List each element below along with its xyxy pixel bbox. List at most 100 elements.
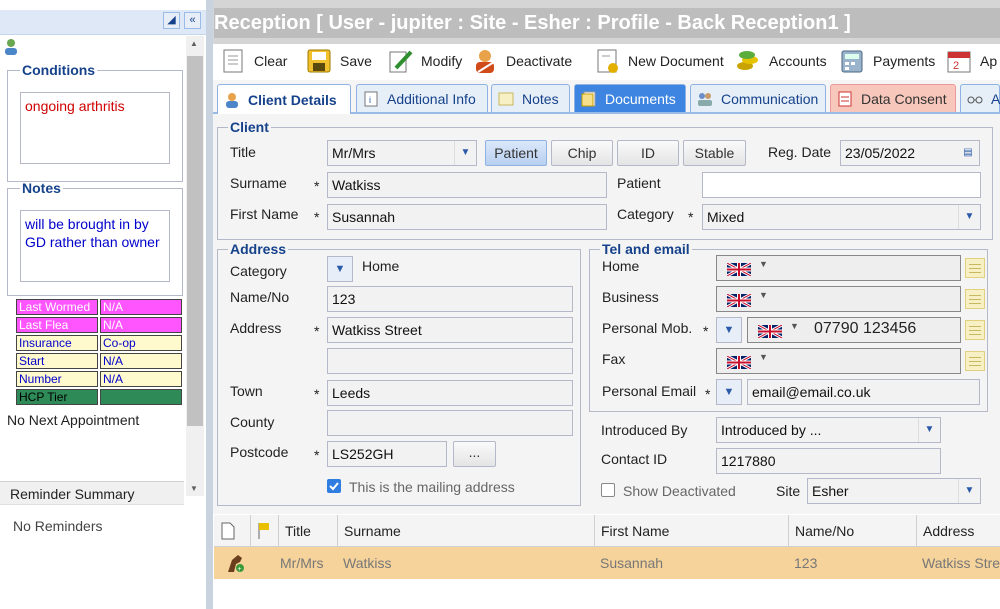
email-dropdown-button[interactable]: ▼ <box>716 379 742 405</box>
caret-down-icon[interactable]: ▼ <box>759 290 768 300</box>
column-header-address[interactable]: Address <box>916 515 1000 547</box>
notes-legend: Notes <box>22 180 61 196</box>
tel-email-legend: Tel and email <box>602 241 690 257</box>
tab-label: Documents <box>605 90 676 107</box>
fax-field[interactable]: ▼ <box>716 348 961 374</box>
conditions-text[interactable]: ongoing arthritis <box>20 92 170 164</box>
note-icon[interactable] <box>965 258 985 278</box>
address-line2-field[interactable] <box>327 348 573 374</box>
note-icon[interactable] <box>965 351 985 371</box>
chevron-down-icon[interactable]: ▼ <box>454 141 476 165</box>
introduced-by-select[interactable]: Introduced by ... ▼ <box>716 417 941 443</box>
reg-date-field[interactable]: 23/05/2022 ▤ <box>840 140 980 166</box>
column-header-surname[interactable]: Surname <box>337 515 594 547</box>
tab-client-details[interactable]: Client Details <box>217 84 351 114</box>
site-select[interactable]: Esher ▼ <box>807 478 981 504</box>
flag-value: N/A <box>100 299 182 315</box>
name-no-field[interactable]: 123 <box>327 286 573 312</box>
county-field[interactable] <box>327 410 573 436</box>
flag-key: Start <box>16 353 98 369</box>
modify-button[interactable]: Modify <box>387 46 462 76</box>
contact-id-field[interactable]: 1217880 <box>716 448 941 474</box>
tab-more[interactable]: A <box>960 84 1000 112</box>
save-button[interactable]: Save <box>306 46 372 76</box>
chevron-down-icon[interactable]: ▼ <box>958 479 980 503</box>
show-deactivated-checkbox[interactable] <box>601 483 615 497</box>
tab-communication[interactable]: Communication <box>690 84 826 112</box>
first-name-label: First Name <box>230 206 299 222</box>
chevron-down-icon[interactable]: ▼ <box>958 205 980 229</box>
postcode-field[interactable]: LS252GH <box>327 441 447 467</box>
deactivate-button[interactable]: Deactivate <box>472 46 572 76</box>
scroll-thumb[interactable] <box>187 56 203 426</box>
deactivate-label: Deactivate <box>506 53 573 69</box>
flag-column-icon[interactable] <box>250 515 278 547</box>
signal-icon[interactable]: ◢ <box>163 12 180 29</box>
horse-patient-icon: + <box>218 547 248 579</box>
left-scrollbar[interactable]: ▲ ▼ <box>186 36 204 496</box>
county-label: County <box>230 414 275 430</box>
column-header-name-no[interactable]: Name/No <box>788 515 916 547</box>
address-line1-field[interactable]: Watkiss Street <box>327 317 573 343</box>
document-column-icon[interactable] <box>214 515 250 547</box>
category-select[interactable]: Mixed ▼ <box>702 204 981 230</box>
patient-button[interactable]: Patient <box>485 140 547 166</box>
notes-text[interactable]: will be brought in by GD rather than own… <box>20 210 170 282</box>
category-dropdown-button[interactable]: ▼ <box>327 256 353 282</box>
flag-key: Last Wormed <box>16 299 98 315</box>
business-phone-field[interactable]: ▼ <box>716 286 961 312</box>
mailing-address-checkbox[interactable] <box>327 479 341 493</box>
note-icon[interactable] <box>965 320 985 340</box>
uk-flag-icon[interactable] <box>727 356 751 369</box>
tab-additional-info[interactable]: i Additional Info <box>356 84 488 112</box>
page-title: Reception [ User - jupiter : Site - Eshe… <box>214 8 1000 38</box>
contact-id-label: Contact ID <box>601 451 668 467</box>
home-phone-field[interactable]: ▼ <box>716 255 961 281</box>
collapse-left-icon[interactable]: « <box>184 12 201 29</box>
client-legend: Client <box>230 119 269 135</box>
flag-row: Start N/A <box>16 353 182 369</box>
postcode-lookup-button[interactable]: ... <box>453 441 496 467</box>
column-header-title[interactable]: Title <box>278 515 337 547</box>
calendar-picker-icon[interactable]: ▤ <box>957 141 979 165</box>
patient-field[interactable] <box>702 172 981 198</box>
mobile-phone-field[interactable]: ▼ 07790 123456 <box>747 317 961 343</box>
flag-value: N/A <box>100 371 182 387</box>
clear-icon <box>220 48 246 74</box>
new-document-button[interactable]: New Document <box>594 46 724 76</box>
caret-down-icon[interactable]: ▼ <box>790 321 799 331</box>
chevron-down-icon[interactable]: ▼ <box>918 418 940 442</box>
surname-field[interactable]: Watkiss <box>327 172 607 198</box>
required-marker: * <box>314 447 320 463</box>
payments-button[interactable]: Payments <box>839 46 935 76</box>
title-select[interactable]: Mr/Mrs ▼ <box>327 140 477 166</box>
tab-data-consent[interactable]: Data Consent <box>830 84 956 112</box>
chip-button[interactable]: Chip <box>551 140 613 166</box>
notes-icon <box>498 91 514 107</box>
cell-address: Watkiss Stree <box>922 555 1000 571</box>
uk-flag-icon[interactable] <box>727 263 751 276</box>
required-marker: * <box>314 323 320 339</box>
uk-flag-icon[interactable] <box>758 325 782 338</box>
note-icon[interactable] <box>965 289 985 309</box>
data-consent-icon <box>837 91 853 107</box>
uk-flag-icon[interactable] <box>727 294 751 307</box>
tab-notes[interactable]: Notes <box>491 84 570 112</box>
appointments-button[interactable]: 2 Ap <box>946 46 997 76</box>
save-icon <box>306 48 332 74</box>
email-field[interactable]: email@email.co.uk <box>747 379 980 405</box>
caret-down-icon[interactable]: ▼ <box>759 259 768 269</box>
reminder-summary-header[interactable]: Reminder Summary <box>0 481 184 505</box>
column-header-first-name[interactable]: First Name <box>594 515 788 547</box>
id-button[interactable]: ID <box>617 140 679 166</box>
stable-button[interactable]: Stable <box>683 140 746 166</box>
town-field[interactable]: Leeds <box>327 380 573 406</box>
accounts-button[interactable]: Accounts <box>735 46 827 76</box>
address-category-label: Category <box>230 263 287 279</box>
panel-splitter[interactable] <box>206 0 213 609</box>
mobile-dropdown-button[interactable]: ▼ <box>716 317 742 343</box>
caret-down-icon[interactable]: ▼ <box>759 352 768 362</box>
clear-button[interactable]: Clear <box>220 46 287 76</box>
first-name-field[interactable]: Susannah <box>327 204 607 230</box>
tab-documents[interactable]: Documents <box>574 84 686 112</box>
